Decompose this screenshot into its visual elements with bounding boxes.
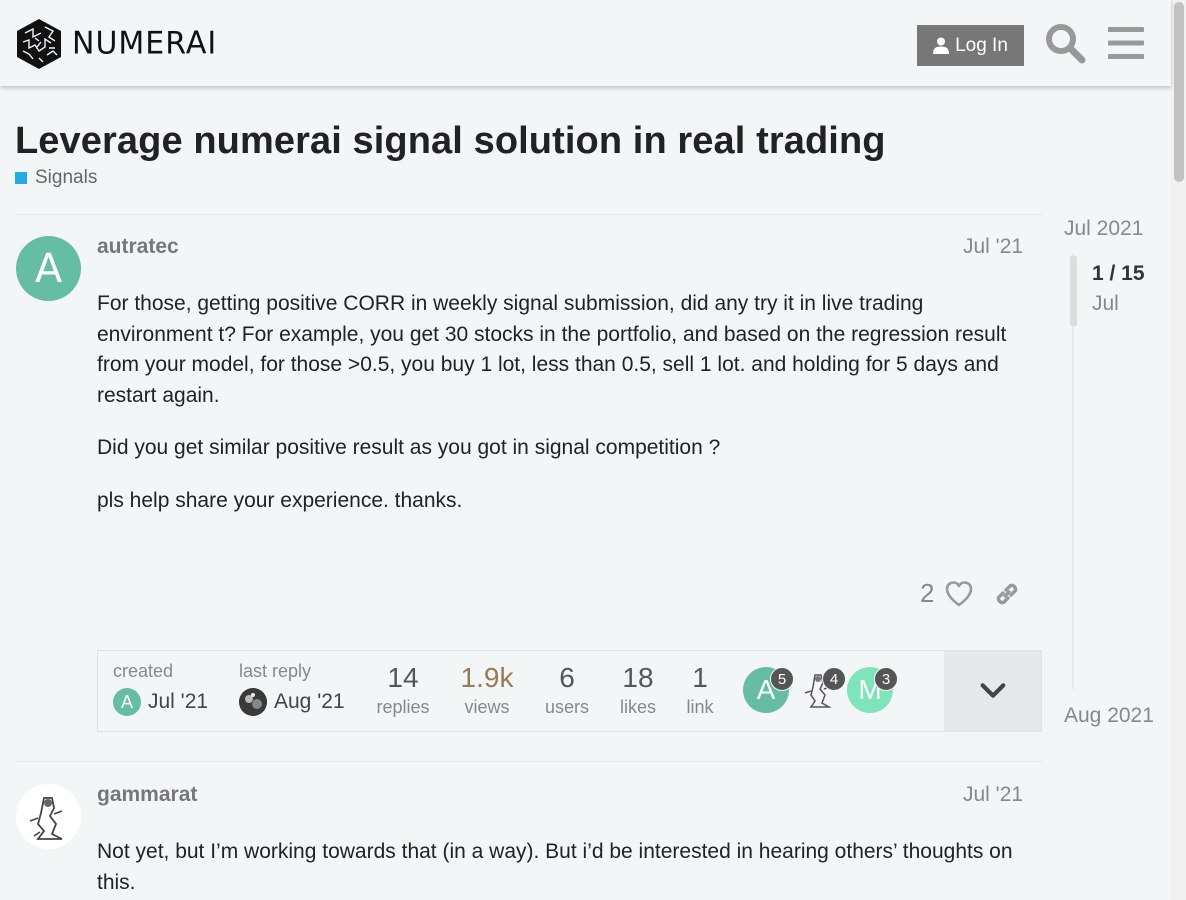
- last-reply-avatar[interactable]: [239, 688, 267, 716]
- links-count: 1: [692, 662, 708, 693]
- post-date[interactable]: Jul '21: [963, 235, 1023, 259]
- timeline-position: 1 / 15: [1092, 262, 1145, 285]
- replies-count: 14: [387, 662, 419, 693]
- numerai-logo-icon: [17, 19, 61, 69]
- expand-summary-button[interactable]: [944, 651, 1041, 731]
- avatar-gammarat[interactable]: [16, 784, 81, 849]
- stat-likes: 18 likes: [610, 661, 666, 719]
- post-date[interactable]: Jul '21: [963, 783, 1023, 807]
- category-badge[interactable]: Signals: [15, 167, 97, 189]
- replies-label: replies: [376, 697, 430, 717]
- stat-views: 1.9k views: [450, 661, 524, 719]
- post-paragraph: Not yet, but I’m working towards that (i…: [97, 840, 1013, 894]
- stat-links: 1 link: [678, 661, 722, 719]
- created-date[interactable]: Jul '21: [148, 690, 208, 714]
- login-button[interactable]: Log In: [917, 25, 1024, 66]
- post-body: For those, getting positive CORR in week…: [97, 289, 1027, 538]
- timeline-end-date[interactable]: Aug 2021: [1064, 704, 1154, 728]
- participant-post-count: 5: [770, 667, 794, 691]
- users-count: 6: [559, 662, 575, 693]
- likes-label: likes: [619, 697, 656, 717]
- last-reply-label: last reply: [239, 661, 312, 681]
- hamburger-menu-icon[interactable]: [1108, 26, 1144, 60]
- timeline-start-date[interactable]: Jul 2021: [1064, 217, 1143, 241]
- participant-post-count: 4: [822, 667, 846, 691]
- created-value: A Jul '21: [113, 688, 208, 716]
- topic-summary: created A Jul '21 last reply Aug '21 14 …: [97, 650, 1042, 732]
- views-count: 1.9k: [460, 662, 514, 693]
- links-label: link: [686, 697, 714, 717]
- participant-post-count: 3: [874, 667, 898, 691]
- like-count[interactable]: 2: [920, 578, 934, 609]
- category-label: Signals: [35, 167, 98, 188]
- avatar-autratec-small[interactable]: A: [113, 688, 141, 716]
- last-reply-date[interactable]: Aug '21: [274, 690, 345, 714]
- site-header: NUMERAI Log In: [0, 0, 1171, 86]
- post-paragraph: For those, getting positive CORR in week…: [97, 292, 1007, 407]
- summary-last-reply: last reply Aug '21: [239, 661, 345, 716]
- post-divider: [15, 214, 1042, 215]
- post-username[interactable]: autratec: [97, 235, 179, 259]
- chevron-down-icon: [980, 683, 1005, 698]
- post-paragraph: pls help share your experience. thanks.: [97, 488, 463, 512]
- stat-users: 6 users: [536, 661, 598, 719]
- scrollbar-thumb[interactable]: [1174, 2, 1184, 182]
- avatar-letter: A: [34, 245, 63, 292]
- brand-name: NUMERAI: [72, 25, 218, 62]
- stat-replies: 14 replies: [368, 661, 438, 719]
- site-logo[interactable]: NUMERAI: [15, 18, 217, 70]
- heart-icon[interactable]: [944, 579, 974, 609]
- user-icon: [933, 37, 950, 54]
- post-paragraph: Did you get similar positive result as y…: [97, 436, 721, 459]
- topic-title[interactable]: Leverage numerai signal solution in real…: [15, 120, 886, 163]
- search-icon[interactable]: [1044, 22, 1086, 64]
- timeline-scroller-handle[interactable]: [1070, 256, 1077, 326]
- summary-created: created A Jul '21: [113, 661, 208, 716]
- last-reply-value: Aug '21: [239, 688, 345, 716]
- timeline-current-month: Jul: [1092, 292, 1119, 315]
- avatar-autratec[interactable]: A: [16, 236, 81, 301]
- category-color-swatch: [15, 172, 27, 184]
- views-label: views: [464, 697, 510, 717]
- page-scrollbar[interactable]: [1171, 0, 1186, 900]
- login-label: Log In: [955, 34, 1008, 56]
- post-username[interactable]: gammarat: [97, 783, 197, 807]
- post-divider: [15, 761, 1042, 762]
- likes-count: 18: [622, 662, 654, 693]
- users-label: users: [544, 697, 589, 717]
- topic-timeline: Jul 2021 1 / 15 Jul Aug 2021: [1060, 212, 1170, 732]
- link-icon[interactable]: [992, 579, 1022, 609]
- post-actions: 2: [920, 578, 1022, 609]
- post-body: Not yet, but I’m working towards that (i…: [97, 837, 1027, 900]
- created-label: created: [113, 661, 174, 681]
